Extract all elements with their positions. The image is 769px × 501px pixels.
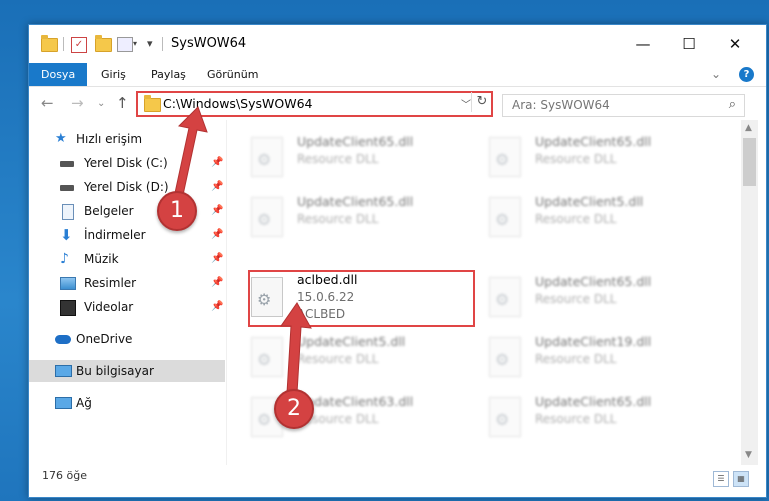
arrow-1 [174, 106, 208, 196]
annotation-arrows [174, 106, 312, 394]
explorer-window: ✓ ▾ ▾ SysWOW64 — ☐ ✕ Dosya Giriş Paylaş … [28, 24, 767, 498]
callout-2: 2 [274, 389, 314, 429]
arrow-2 [280, 302, 312, 394]
callout-1: 1 [157, 191, 197, 231]
